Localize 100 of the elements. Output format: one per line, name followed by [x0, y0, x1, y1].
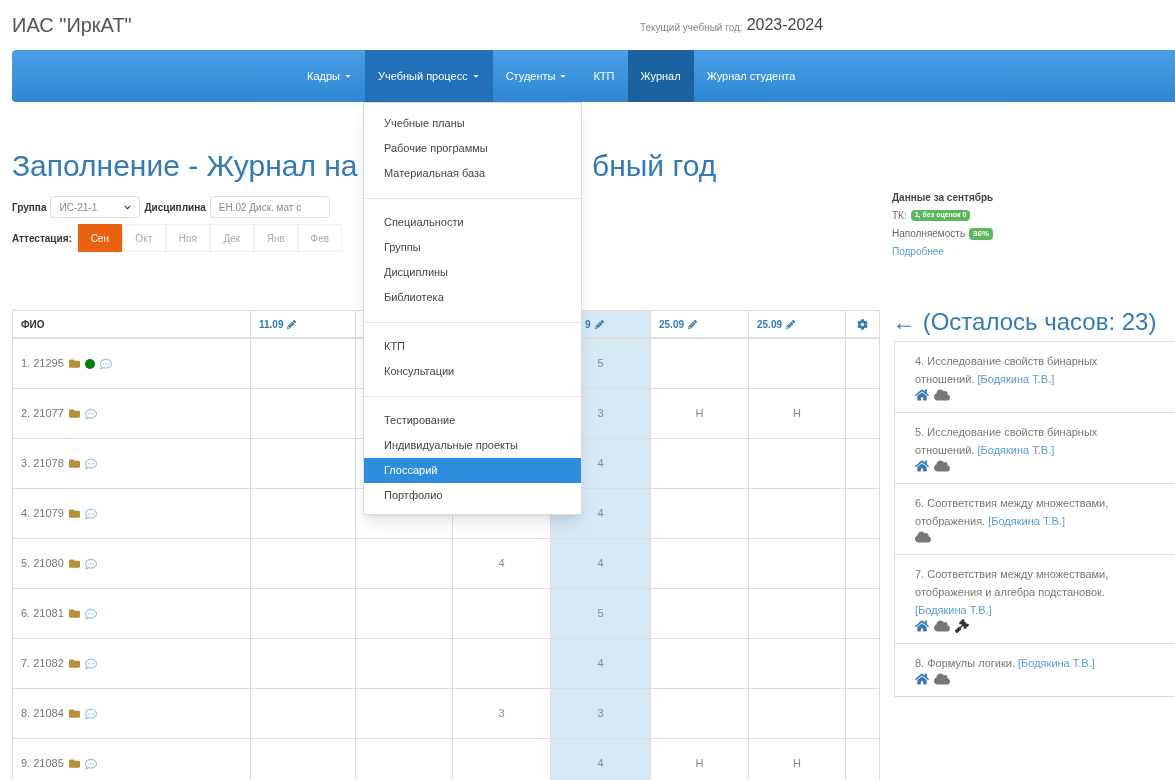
pencil-icon[interactable]	[688, 319, 698, 329]
grade-cell[interactable]: 4	[498, 555, 505, 572]
gavel-icon[interactable]	[955, 619, 969, 633]
settings-icon[interactable]	[857, 318, 868, 330]
date-header[interactable]: 25.09	[757, 316, 783, 332]
author-link[interactable]: [Бодякина Т.В.]	[977, 373, 1055, 385]
menu-item[interactable]: Дисциплины	[363, 260, 581, 285]
more-link[interactable]: Подробнее	[892, 244, 1175, 259]
menu-item[interactable]: Рабочие программы	[363, 136, 581, 161]
grade-cell[interactable]: 4	[597, 555, 604, 572]
hours-heading[interactable]: ← (Осталось часов: 23)	[892, 309, 1157, 335]
lesson-text: 4. Исследование свойств бинарных отношений. [Бодякина Т.В.]	[915, 354, 1099, 387]
home-icon[interactable]	[915, 672, 929, 686]
student-name: 5. 21080	[21, 556, 64, 572]
tk-label: ТК:	[892, 209, 907, 223]
stats-title: Данные за сентябрь	[892, 191, 995, 205]
page-title: Заполнение - Журнал на	[12, 148, 358, 182]
student-name: 2. 21077	[21, 406, 64, 422]
author-link[interactable]: [Бодякина Т.В.]	[988, 515, 1065, 527]
grade-cell[interactable]: 3	[498, 705, 505, 722]
month-button[interactable]: Янв	[253, 224, 298, 252]
pencil-icon[interactable]	[786, 319, 796, 329]
grade-cell[interactable]: 5	[597, 355, 604, 372]
grade-cell[interactable]: Н	[695, 755, 704, 772]
month-button[interactable]: Сен	[77, 224, 122, 252]
home-icon[interactable]	[915, 459, 929, 473]
folder-icon[interactable]	[68, 758, 80, 769]
folder-icon[interactable]	[68, 508, 80, 519]
group-select[interactable]: ИС-21-1	[50, 196, 141, 218]
menu-item[interactable]: Группы	[363, 235, 581, 260]
folder-icon[interactable]	[68, 358, 80, 369]
date-header[interactable]: 11.09	[259, 316, 284, 332]
cloud-icon[interactable]	[915, 530, 931, 544]
month-button[interactable]: Ноя	[165, 224, 210, 252]
lesson-text: 6. Соответствия между множествами, отображения. [Бодякина Т.В.]	[915, 496, 1109, 529]
nav-item[interactable]: Кадры	[294, 50, 365, 102]
grade-cell[interactable]: 4	[597, 655, 604, 672]
cloud-icon[interactable]	[934, 388, 950, 402]
discipline-select[interactable]: ЕН.02 Диск. мат с	[209, 196, 330, 218]
comment-icon[interactable]	[84, 757, 97, 770]
menu-item[interactable]: Библиотека	[363, 285, 581, 310]
comment-icon[interactable]	[84, 457, 97, 470]
folder-icon[interactable]	[68, 408, 80, 419]
nav-item[interactable]: Учебный процесс	[364, 50, 493, 102]
folder-icon[interactable]	[68, 608, 80, 619]
menu-item[interactable]: Портфолио	[363, 483, 581, 508]
nav-item[interactable]: Студенты	[492, 50, 581, 102]
author-link[interactable]: [Бодякина Т.В.]	[915, 604, 992, 616]
date-header[interactable]: 9	[585, 316, 591, 332]
month-button[interactable]: Окт	[121, 224, 166, 252]
menu-item[interactable]: Индивидуальные проекты	[363, 433, 581, 458]
fill-label: Наполняемость	[892, 227, 966, 241]
cloud-icon[interactable]	[934, 672, 950, 686]
grade-cell[interactable]: Н	[695, 405, 704, 422]
group-label: Группа	[12, 200, 47, 215]
comment-icon[interactable]	[84, 557, 97, 570]
menu-item[interactable]: Специальности	[363, 210, 581, 235]
folder-icon[interactable]	[68, 558, 80, 569]
grade-cell[interactable]: 4	[597, 755, 604, 772]
chevron-icon	[124, 203, 132, 211]
menu-item[interactable]: Консультации	[363, 359, 581, 384]
cloud-icon[interactable]	[934, 619, 950, 633]
folder-icon[interactable]	[68, 658, 80, 669]
folder-icon[interactable]	[68, 708, 80, 719]
home-icon[interactable]	[915, 388, 929, 402]
brand[interactable]: ИАС "ИркАТ"	[12, 10, 640, 40]
comment-icon[interactable]	[84, 657, 97, 670]
grade-cell[interactable]: 4	[597, 505, 604, 522]
menu-item[interactable]: КТП	[363, 334, 581, 359]
lesson-text: 7. Соответствия между множествами, отображения и алгебра подстановок. [Бодякина Т.В.]	[915, 567, 1109, 618]
comment-icon[interactable]	[99, 357, 112, 370]
student-name: 9. 21085	[21, 756, 64, 772]
comment-icon[interactable]	[84, 407, 97, 420]
grade-cell[interactable]: 5	[597, 605, 604, 622]
home-icon[interactable]	[915, 619, 929, 633]
date-header[interactable]: 25.09	[659, 316, 685, 332]
student-name: 3. 21078	[21, 456, 64, 472]
menu-item[interactable]: Материальная база	[363, 161, 581, 186]
menu-item[interactable]: Учебные планы	[363, 111, 581, 136]
menu-item[interactable]: Тестирование	[363, 408, 581, 433]
pencil-icon[interactable]	[287, 319, 297, 329]
pencil-icon[interactable]	[594, 319, 604, 329]
nav-item[interactable]: КТП	[580, 50, 628, 102]
cloud-icon[interactable]	[934, 459, 950, 473]
author-link[interactable]: [Бодякина Т.В.]	[1018, 657, 1095, 669]
folder-icon[interactable]	[68, 458, 80, 469]
grade-cell[interactable]: 4	[597, 455, 604, 472]
grade-cell[interactable]: 3	[597, 405, 604, 422]
comment-icon[interactable]	[84, 607, 97, 620]
grade-cell[interactable]: Н	[793, 755, 801, 772]
comment-icon[interactable]	[84, 707, 97, 720]
grade-cell[interactable]: 3	[597, 705, 604, 722]
author-link[interactable]: [Бодякина Т.В.]	[977, 444, 1055, 456]
grade-cell[interactable]: Н	[793, 405, 801, 422]
month-button[interactable]: Дек	[209, 224, 254, 252]
nav-item[interactable]: Журнал студента	[693, 50, 809, 102]
comment-icon[interactable]	[84, 507, 97, 520]
month-button[interactable]: Фев	[297, 224, 342, 252]
nav-item[interactable]: Журнал	[627, 50, 694, 102]
menu-item[interactable]: Глоссарий	[363, 458, 581, 483]
